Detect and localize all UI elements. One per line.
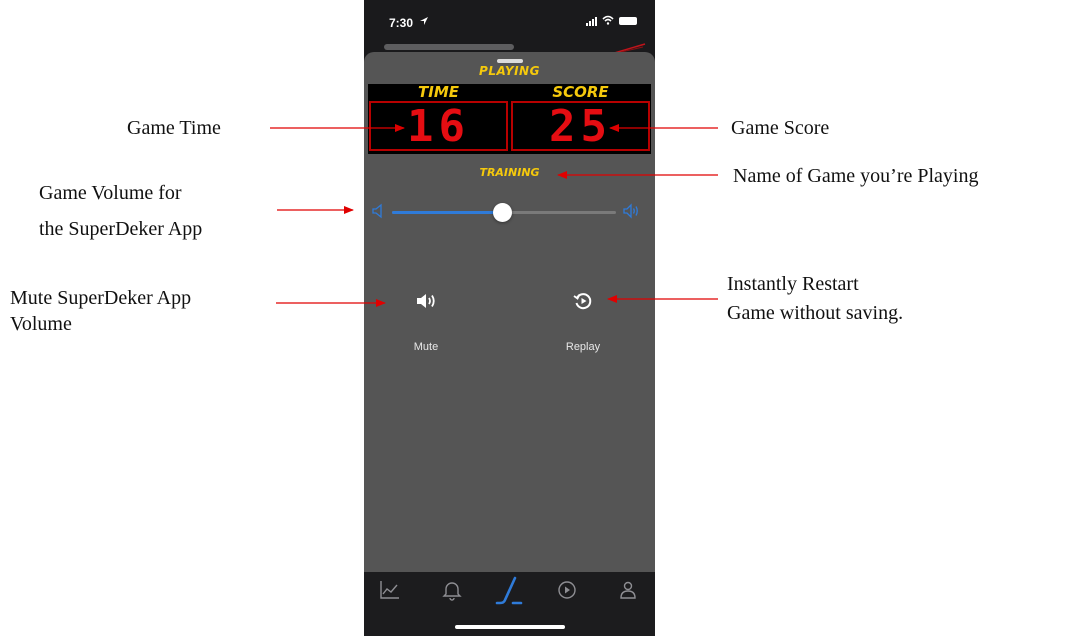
- annotation-arrows: [270, 124, 718, 307]
